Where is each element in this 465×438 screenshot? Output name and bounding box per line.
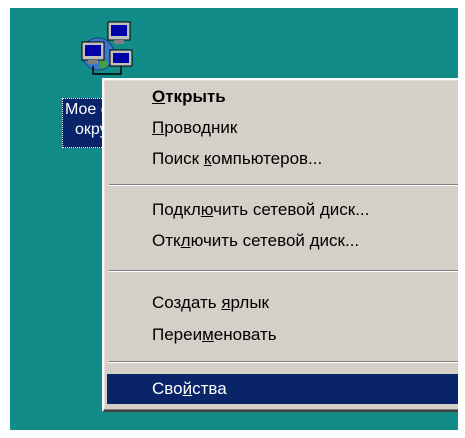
menu-item-rename[interactable]: Переименовать: [107, 320, 458, 350]
desktop[interactable]: Мое с окру Открыть Проводник Поиск компь…: [10, 8, 458, 430]
menu-item-disconnect-network-drive[interactable]: Отключить сетевой диск...: [107, 226, 458, 256]
menu-separator: [109, 270, 458, 272]
screenshot-frame: Мое с окру Открыть Проводник Поиск компь…: [0, 0, 465, 438]
desktop-icon-network[interactable]: Мое с окру: [38, 16, 142, 148]
menu-separator: [109, 361, 458, 363]
menu-item-create-shortcut[interactable]: Создать ярлык: [107, 288, 458, 318]
menu-item-properties[interactable]: Свойства: [107, 374, 458, 404]
menu-separator: [109, 184, 458, 186]
menu-item-open[interactable]: Открыть: [107, 82, 458, 112]
menu-item-map-network-drive[interactable]: Подключить сетевой диск...: [107, 195, 458, 225]
menu-item-find-computers[interactable]: Поиск компьютеров...: [107, 144, 458, 174]
menu-item-explore[interactable]: Проводник: [107, 113, 458, 143]
network-neighborhood-icon: [81, 21, 133, 75]
context-menu: Открыть Проводник Поиск компьютеров... П…: [102, 78, 458, 412]
